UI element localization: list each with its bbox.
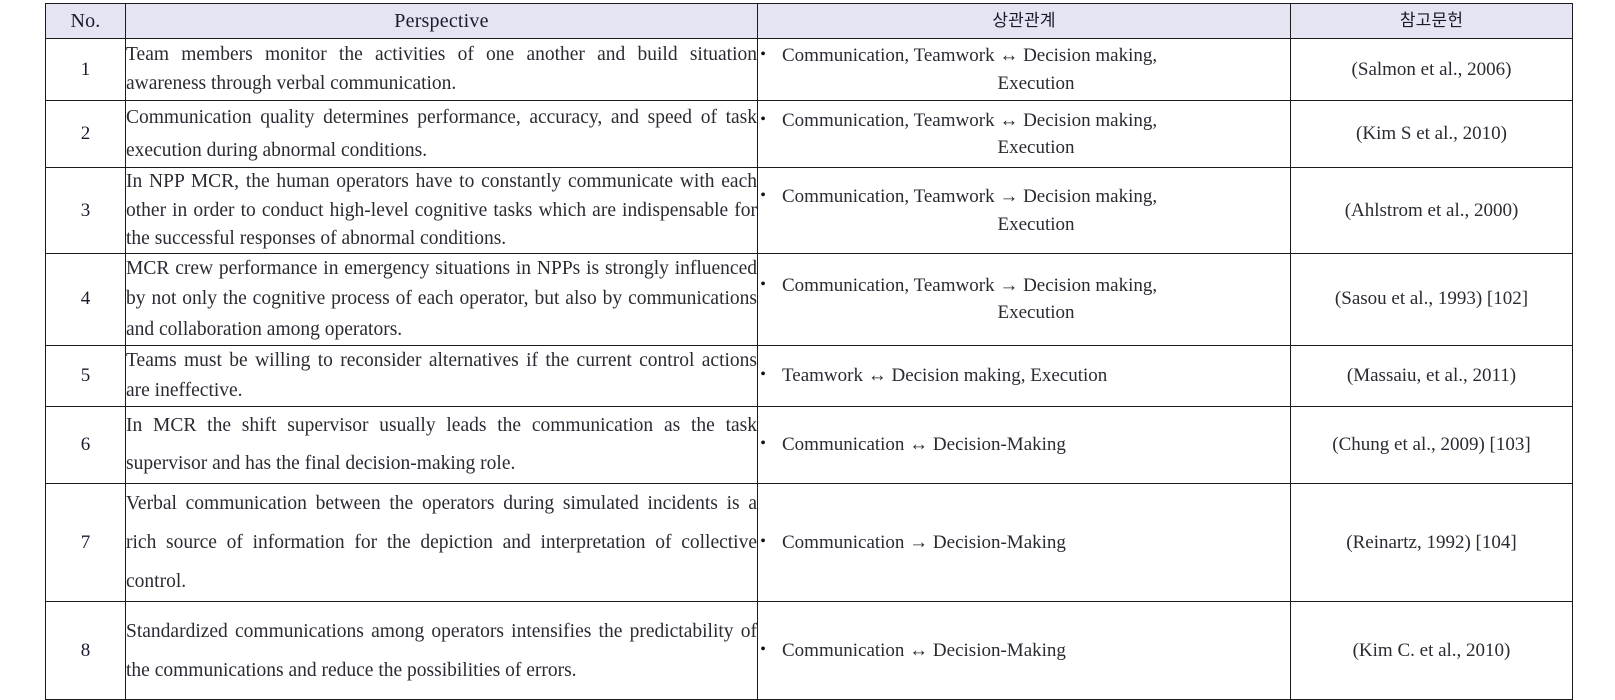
perspective-cell: Team members monitor the activities of o… xyxy=(125,38,758,101)
row-number: 8 xyxy=(45,601,126,700)
correlation-text-line1: Teamwork ↔ Decision making, Execution xyxy=(782,365,1108,387)
correlation-text-line2: Execution xyxy=(997,72,1075,94)
bullet-icon: • xyxy=(760,532,766,550)
table-row: 3 In NPP MCR, the human operators have t… xyxy=(45,167,1573,255)
perspective-text: Verbal communication between the operato… xyxy=(126,493,757,593)
correlation-cell: • Communication → Decision-Making xyxy=(757,483,1291,603)
reference-cell: (Reinartz, 1992) [104] xyxy=(1290,483,1573,603)
literature-review-table: No. Perspective 상관관계 참고문헌 1 Team members… xyxy=(45,3,1573,700)
reference-cell: (Kim C. et al., 2010) xyxy=(1290,601,1573,700)
perspective-text: Standardized communications among operat… xyxy=(126,620,757,681)
correlation-text-line2: Execution xyxy=(997,213,1075,235)
column-header-perspective: Perspective xyxy=(125,3,758,39)
correlation-text-line1: Communication ↔ Decision-Making xyxy=(782,639,1066,661)
table-header-row: No. Perspective 상관관계 참고문헌 xyxy=(45,3,1573,39)
reference-cell: (Salmon et al., 2006) xyxy=(1290,38,1573,101)
bullet-icon: • xyxy=(760,45,766,63)
document-page: No. Perspective 상관관계 참고문헌 1 Team members… xyxy=(0,0,1615,700)
row-number: 3 xyxy=(45,167,126,255)
reference-cell: (Kim S et al., 2010) xyxy=(1290,99,1573,169)
correlation-cell: • Communication, Teamwork ↔ Decision mak… xyxy=(757,99,1291,169)
correlation-text-line2: Execution xyxy=(997,137,1075,159)
perspective-text: In MCR the shift supervisor usually lead… xyxy=(126,415,757,475)
row-number: 4 xyxy=(45,253,126,346)
bullet-icon: • xyxy=(760,366,766,384)
perspective-cell: Teams must be willing to reconsider alte… xyxy=(125,344,758,408)
column-header-reference: 참고문헌 xyxy=(1290,3,1573,39)
correlation-cell: • Communication, Teamwork → Decision mak… xyxy=(757,253,1291,346)
reference-cell: (Chung et al., 2009) [103] xyxy=(1290,406,1573,485)
row-number: 6 xyxy=(45,406,126,485)
row-number: 1 xyxy=(45,38,126,101)
correlation-cell: • Teamwork ↔ Decision making, Execution xyxy=(757,344,1291,408)
table-row: 7 Verbal communication between the opera… xyxy=(45,483,1573,603)
table-row: 5 Teams must be willing to reconsider al… xyxy=(45,344,1573,408)
correlation-text-line1: Communication, Teamwork ↔ Decision makin… xyxy=(782,109,1158,131)
table-row: 2 Communication quality determines perfo… xyxy=(45,99,1573,169)
perspective-cell: Standardized communications among operat… xyxy=(125,601,758,700)
perspective-cell: Verbal communication between the operato… xyxy=(125,483,758,603)
row-number: 5 xyxy=(45,344,126,408)
row-number: 7 xyxy=(45,483,126,603)
bullet-icon: • xyxy=(760,110,766,128)
table-row: 1 Team members monitor the activities of… xyxy=(45,38,1573,101)
bullet-icon: • xyxy=(760,640,766,658)
column-header-no: No. xyxy=(45,3,126,39)
perspective-text: Team members monitor the activities of o… xyxy=(126,44,757,94)
correlation-cell: • Communication ↔ Decision-Making xyxy=(757,406,1291,485)
table-body: 1 Team members monitor the activities of… xyxy=(45,38,1573,700)
perspective-cell: Communication quality determines perform… xyxy=(125,99,758,169)
perspective-cell: In NPP MCR, the human operators have to … xyxy=(125,167,758,255)
correlation-text-line1: Communication, Teamwork → Decision makin… xyxy=(782,186,1158,208)
correlation-cell: • Communication, Teamwork ↔ Decision mak… xyxy=(757,38,1291,101)
bullet-icon: • xyxy=(760,187,766,205)
correlation-cell: • Communication, Teamwork → Decision mak… xyxy=(757,167,1291,255)
correlation-text-line2: Execution xyxy=(997,302,1075,324)
column-header-correlation: 상관관계 xyxy=(757,3,1291,39)
correlation-text-line1: Communication, Teamwork ↔ Decision makin… xyxy=(782,44,1158,66)
perspective-cell: In MCR the shift supervisor usually lead… xyxy=(125,406,758,485)
perspective-cell: MCR crew performance in emergency situat… xyxy=(125,253,758,346)
correlation-text-line1: Communication → Decision-Making xyxy=(782,531,1066,553)
correlation-cell: • Communication ↔ Decision-Making xyxy=(757,601,1291,700)
row-number: 2 xyxy=(45,99,126,169)
perspective-text: In NPP MCR, the human operators have to … xyxy=(126,171,757,249)
bullet-icon: • xyxy=(760,275,766,293)
reference-cell: (Sasou et al., 1993) [102] xyxy=(1290,253,1573,346)
perspective-text: MCR crew performance in emergency situat… xyxy=(126,258,757,340)
table-header: No. Perspective 상관관계 참고문헌 xyxy=(45,3,1573,39)
bullet-icon: • xyxy=(760,435,766,453)
reference-cell: (Ahlstrom et al., 2000) xyxy=(1290,167,1573,255)
perspective-text: Teams must be willing to reconsider alte… xyxy=(126,349,757,401)
table-row: 4 MCR crew performance in emergency situ… xyxy=(45,253,1573,346)
reference-cell: (Massaiu, et al., 2011) xyxy=(1290,344,1573,408)
table-row: 6 In MCR the shift supervisor usually le… xyxy=(45,406,1573,485)
correlation-text-line1: Communication, Teamwork → Decision makin… xyxy=(782,274,1158,296)
perspective-text: Communication quality determines perform… xyxy=(126,107,757,162)
correlation-text-line1: Communication ↔ Decision-Making xyxy=(782,434,1066,456)
table-row: 8 Standardized communications among oper… xyxy=(45,601,1573,700)
